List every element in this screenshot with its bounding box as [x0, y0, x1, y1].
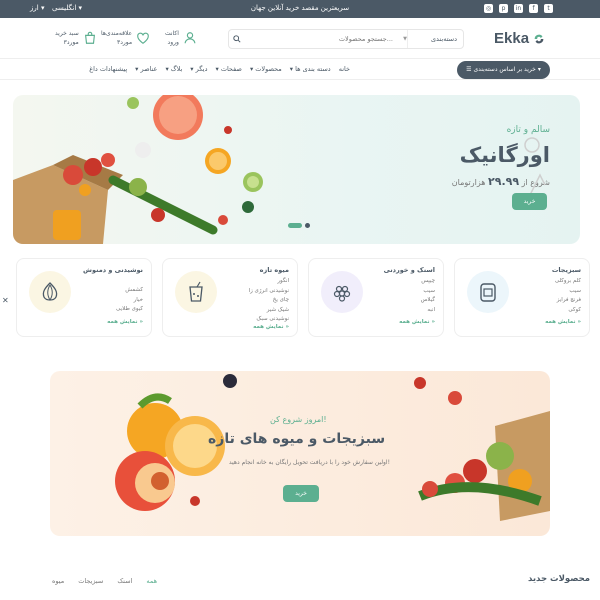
jar-icon [480, 283, 496, 302]
nav-products[interactable]: محصولات ▾ [250, 65, 282, 73]
nav-categories[interactable]: دسته بندی ها ▾ [290, 65, 331, 73]
category-list-item[interactable]: کوکی [555, 306, 581, 316]
category-list: کشمش خیار کیوی طلایی [116, 286, 143, 315]
category-icon-circle [467, 271, 509, 313]
slider-dots [288, 223, 310, 228]
category-list-item[interactable]: سیب [421, 287, 435, 297]
category-list-item[interactable]: انبه [421, 306, 435, 316]
promo-shop-button[interactable]: خرید [283, 485, 319, 502]
main-nav: خانه دسته بندی ها ▾ محصولات ▾ صفحات ▾ دی… [0, 58, 600, 80]
nav-hot-offers[interactable]: پیشنهادات داغ [89, 65, 127, 73]
category-list: چیپس سیب گیلاس انبه [421, 277, 435, 315]
logo[interactable]: Ekka [494, 30, 546, 47]
category-icon-circle [29, 271, 71, 313]
category-list: کلم بروکلی سیب فرنچ فرایز کوکی [555, 277, 581, 315]
heart-icon [137, 32, 149, 44]
category-list-item[interactable]: فرنچ فرایز [555, 296, 581, 306]
promo-banner: امروز شروع کن! سبزیجات و میوه های تازه ا… [50, 371, 550, 536]
facebook-icon[interactable]: f [529, 4, 538, 13]
tab-snacks[interactable]: اسنک [117, 577, 132, 585]
category-list-item[interactable]: گیلاس [421, 296, 435, 306]
category-list-item[interactable]: چای یخ [249, 296, 289, 306]
category-list-item[interactable]: چیپس [421, 277, 435, 287]
tab-vegetables[interactable]: سبزیجات [78, 577, 103, 585]
search-input[interactable] [243, 30, 393, 48]
juice-icon [189, 281, 203, 302]
search-category-select[interactable]: دسته‌بندی [407, 30, 459, 48]
search-icon[interactable] [233, 35, 241, 43]
new-products-title: محصولات جدید [527, 574, 590, 584]
hero-grocery-image [13, 95, 263, 244]
slider-dot-active[interactable] [288, 223, 302, 228]
login-label: ورود [167, 39, 179, 46]
search-bar: ▼ دسته‌بندی [228, 29, 464, 49]
account-link[interactable]: اکانت ورود [165, 29, 197, 47]
category-list-item[interactable]: سیب [555, 287, 581, 297]
shop-by-category-button[interactable]: ☰ خرید بر اساس دسته‌بندی ▾ [457, 61, 550, 79]
cart-link[interactable]: سبد خرید ۳مورد [55, 29, 97, 47]
category-title: نوشیدنی و دمنوش [83, 266, 143, 274]
instagram-icon[interactable]: ◎ [484, 4, 493, 13]
slider-dot[interactable] [305, 223, 310, 228]
category-title: اسنک و خوردنی [383, 266, 435, 274]
logo-icon [534, 34, 544, 43]
nav-links: خانه دسته بندی ها ▾ محصولات ▾ صفحات ▾ دی… [89, 65, 350, 73]
topbar: ارز ▾ انگلیسی ▾ سریعترین مقصد خرید آنلای… [0, 0, 600, 18]
category-list: انگور نوشیدنی انرژی زا چای یخ شیک شیر نو… [249, 277, 289, 325]
wishlist-count: ۳مورد [116, 39, 133, 46]
promo-fruit-image [115, 374, 237, 511]
cart-icon [84, 31, 95, 44]
category-list-item[interactable]: خیار [116, 296, 143, 306]
hero-price-value: ۲۹.۹۹ [488, 175, 520, 188]
pinterest-icon[interactable]: p [499, 4, 508, 13]
linkedin-icon[interactable]: in [514, 4, 523, 13]
close-icon[interactable]: ✕ [2, 296, 9, 305]
cart-label: سبد خرید [55, 30, 79, 37]
show-all-link[interactable]: نمایش همه » [253, 324, 289, 330]
category-card-fresh-fruit[interactable]: میوه تازه انگور نوشیدنی انرژی زا چای یخ … [162, 258, 298, 337]
nav-pages[interactable]: صفحات ▾ [216, 65, 242, 73]
category-card-snacks[interactable]: اسنک و خوردنی چیپس سیب گیلاس انبه نمایش … [308, 258, 444, 337]
category-list-item[interactable]: کلم بروکلی [555, 277, 581, 287]
promo-subtitle: امروز شروع کن! [270, 415, 327, 424]
logo-text: Ekka [494, 30, 530, 47]
show-all-link[interactable]: نمایش همه » [545, 319, 581, 325]
promo-vegetable-basket-image [414, 377, 550, 521]
promo-description: اولین سفارش خود را با دریافت تحویل رایگا… [228, 459, 390, 466]
account-label: اکانت [165, 30, 179, 37]
category-list-item[interactable]: نوشیدنی انرژی زا [249, 287, 289, 297]
onion-icon [42, 282, 58, 301]
category-list-item[interactable]: کشمش [116, 286, 143, 296]
hero-price-suffix: هزارتومان [451, 178, 486, 187]
category-card-drinks[interactable]: نوشیدنی و دمنوش کشمش خیار کیوی طلایی نما… [16, 258, 152, 337]
category-title: میوه تازه [259, 266, 289, 274]
grapes-icon [333, 285, 351, 302]
wishlist-link[interactable]: علاقه‌مندی‌ها ۳مورد [101, 29, 150, 47]
show-all-link[interactable]: نمایش همه » [399, 319, 435, 325]
category-icon-circle [175, 271, 217, 313]
show-all-link[interactable]: نمایش همه » [107, 319, 143, 325]
twitter-icon[interactable]: t [544, 4, 553, 13]
social-links: ◎ p in f t [484, 4, 553, 13]
tab-all[interactable]: همه [146, 577, 157, 585]
category-list-item[interactable]: کیوی طلایی [116, 305, 143, 315]
category-title: سبزیجات [551, 266, 581, 274]
wishlist-label: علاقه‌مندی‌ها [101, 30, 133, 37]
hero-slider: سالم و تازه اورگانیک شروع از ۲۹.۹۹ هزارت… [13, 95, 580, 244]
user-icon [184, 32, 196, 44]
hero-shop-button[interactable]: خرید [512, 193, 547, 210]
cart-count: ۳مورد [63, 39, 79, 46]
category-icon-circle [321, 271, 363, 313]
category-list-item[interactable]: انگور [249, 277, 289, 287]
category-list-item[interactable]: شیک شیر [249, 306, 289, 316]
nav-elements[interactable]: عناصر ▾ [135, 65, 157, 73]
tab-fruits[interactable]: میوه [52, 577, 64, 585]
nav-others[interactable]: دیگر ▾ [190, 65, 207, 73]
category-card-vegetables[interactable]: سبزیجات کلم بروکلی سیب فرنچ فرایز کوکی ن… [454, 258, 590, 337]
nav-home[interactable]: خانه [339, 65, 350, 73]
new-products-tabs: میوه سبزیجات اسنک همه [52, 577, 157, 585]
nav-blog[interactable]: بلاگ ▾ [165, 65, 182, 73]
promo-title: سبزیجات و میوه های تازه [208, 431, 386, 447]
